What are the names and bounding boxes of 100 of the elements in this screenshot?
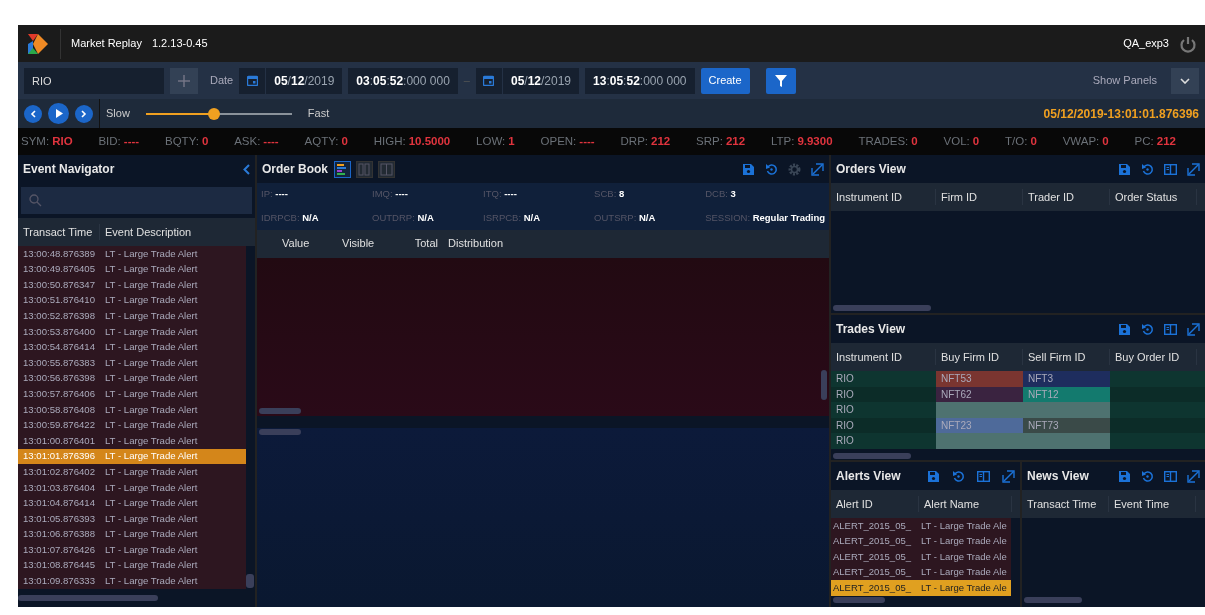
column-header: Trader ID: [1023, 188, 1110, 206]
info-label: SCB:: [594, 188, 617, 199]
chevron-left-icon: [243, 163, 250, 175]
stat-value: ----: [579, 133, 595, 149]
create-button[interactable]: Create: [700, 67, 750, 94]
stat-label: DRP:: [620, 133, 648, 149]
save-icon[interactable]: [1118, 322, 1131, 336]
columns-icon[interactable]: [977, 469, 990, 483]
scrollbar[interactable]: [833, 597, 885, 603]
stat-label: VWAP:: [1062, 133, 1100, 149]
save-icon[interactable]: [1118, 162, 1131, 176]
logo-icon: [26, 31, 50, 56]
event-row[interactable]: 13:01:05.876393 LT - Large Trade Alert: [18, 511, 246, 527]
stat-value: 212: [1156, 133, 1176, 149]
event-row[interactable]: 13:00:52.876398 LT - Large Trade Alert: [18, 308, 246, 324]
slider-handle[interactable]: [208, 107, 221, 120]
save-icon[interactable]: [927, 469, 940, 483]
alert-row[interactable]: ALERT_2015_05_ LT - Large Trade Ale: [831, 518, 1011, 534]
info-value: 8: [618, 188, 625, 199]
columns-icon[interactable]: [1164, 322, 1177, 336]
date-picker-button[interactable]: [239, 67, 266, 94]
event-row[interactable]: 13:00:55.876383 LT - Large Trade Alert: [18, 355, 246, 371]
time-field[interactable]: 03:05:52:000 000: [348, 67, 458, 94]
play-button[interactable]: [48, 103, 69, 124]
filter-button[interactable]: [765, 67, 796, 94]
reset-icon[interactable]: [1141, 322, 1154, 336]
alert-row[interactable]: ALERT_2015_05_ LT - Large Trade Ale: [831, 580, 1011, 596]
column-header: Event Time: [1109, 495, 1196, 513]
version-label: 1.2.13-0.45: [151, 36, 208, 52]
info-label: OUTSRP:: [594, 212, 637, 224]
reset-icon[interactable]: [1141, 469, 1154, 483]
alert-row[interactable]: ALERT_2015_05_ LT - Large Trade Ale: [831, 549, 1011, 565]
event-row[interactable]: 13:00:50.876347 LT - Large Trade Alert: [18, 277, 246, 293]
date-field[interactable]: 05/12/2019: [502, 67, 580, 94]
symbol-field[interactable]: RIO: [24, 67, 164, 94]
scrollbar[interactable]: [259, 407, 301, 414]
scrollbar[interactable]: [821, 369, 827, 400]
event-row[interactable]: 13:00:48.876389 LT - Large Trade Alert: [18, 246, 246, 262]
scrollbar[interactable]: [833, 305, 931, 311]
fast-label: Fast: [307, 106, 330, 122]
add-button[interactable]: [170, 67, 198, 94]
stat-value: 10.5000: [408, 133, 451, 149]
view-toggle[interactable]: [356, 160, 373, 178]
collapse-button[interactable]: [243, 163, 250, 175]
stat-label: VOL:: [943, 133, 970, 149]
column-header: Buy Firm ID: [936, 348, 1023, 366]
panel-title: News View: [1027, 468, 1089, 485]
stat-label: ASK:: [234, 133, 261, 149]
expand-icon[interactable]: [1187, 322, 1200, 336]
expand-icon[interactable]: [1187, 162, 1200, 176]
date-field[interactable]: 05/12/2019: [266, 67, 343, 94]
search-field[interactable]: [21, 187, 252, 214]
event-row[interactable]: 13:01:07.876426 LT - Large Trade Alert: [18, 542, 246, 558]
stat-value: 0: [201, 133, 209, 149]
stat-label: OPEN:: [540, 133, 577, 149]
expand-icon[interactable]: [1002, 469, 1015, 483]
event-row[interactable]: 13:00:57.876406 LT - Large Trade Alert: [18, 386, 246, 402]
event-row[interactable]: 13:01:02.876402 LT - Large Trade Alert: [18, 464, 246, 480]
play-icon: [54, 109, 63, 118]
expand-icon[interactable]: [1187, 469, 1200, 483]
info-label: IDRPCB:: [261, 212, 300, 224]
stat-value: RIO: [52, 133, 73, 149]
previous-button[interactable]: [24, 104, 42, 123]
save-icon[interactable]: [1118, 469, 1131, 483]
column-header: Firm ID: [936, 188, 1023, 206]
scrollbar[interactable]: [259, 428, 301, 435]
app-title: Market Replay: [71, 36, 142, 52]
chevron-right-icon: [81, 109, 87, 118]
stat-value: 0: [341, 133, 348, 149]
panel-title: Orders View: [836, 161, 906, 178]
next-button[interactable]: [75, 104, 93, 123]
scrollbar[interactable]: [18, 595, 158, 601]
date-picker-button[interactable]: [475, 67, 502, 94]
scrollbar[interactable]: [833, 453, 911, 459]
stat-label: SYM:: [21, 133, 50, 149]
columns-icon[interactable]: [1164, 162, 1177, 176]
view-toggle[interactable]: [334, 160, 351, 178]
columns-icon[interactable]: [1164, 469, 1177, 483]
expand-icon[interactable]: [811, 162, 824, 176]
reset-icon[interactable]: [765, 162, 778, 176]
reset-icon[interactable]: [952, 469, 965, 483]
dropdown-button[interactable]: [1171, 67, 1199, 94]
event-row[interactable]: 13:01:00.876401 LT - Large Trade Alert: [18, 433, 246, 449]
column-header: Value: [281, 236, 311, 252]
power-icon[interactable]: [1179, 34, 1197, 53]
chevron-down-icon: [1180, 77, 1190, 84]
info-value: N/A: [302, 212, 319, 224]
scrollbar[interactable]: [246, 574, 254, 588]
time-field[interactable]: 13:05:52:000 000: [585, 67, 695, 94]
panel-title: Event Navigator: [23, 161, 115, 178]
scrollbar[interactable]: [1024, 597, 1082, 603]
column-header: Visible: [341, 236, 376, 252]
info-label: DCB:: [705, 188, 728, 199]
view-toggle[interactable]: [378, 160, 395, 178]
reset-icon[interactable]: [1141, 162, 1154, 176]
save-icon[interactable]: [742, 162, 755, 176]
stat-label: AQTY:: [304, 133, 339, 149]
event-row[interactable]: 13:01:09.876333 LT - Large Trade Alert: [18, 573, 246, 590]
filter-icon: [774, 75, 787, 88]
column-header: Alert ID: [831, 495, 919, 513]
